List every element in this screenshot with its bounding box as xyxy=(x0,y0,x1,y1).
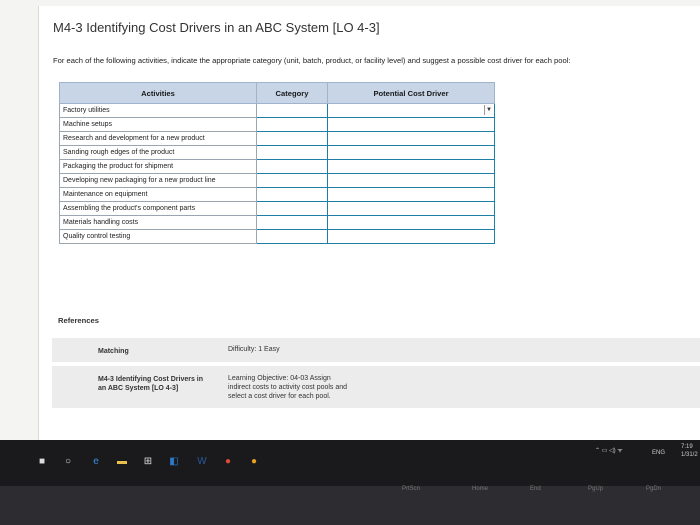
key-end: End xyxy=(530,486,541,492)
category-input[interactable] xyxy=(256,173,328,188)
header-category: Category xyxy=(256,82,328,104)
store-icon[interactable]: ⊞ xyxy=(142,456,154,468)
reference-detail-bar: M4-3 Identifying Cost Drivers in an ABC … xyxy=(52,366,700,408)
word-icon[interactable]: W xyxy=(196,456,208,468)
key-pgdn: PgDn xyxy=(646,486,662,492)
header-potential-cost-driver: Potential Cost Driver xyxy=(327,82,495,104)
cost-driver-select[interactable] xyxy=(327,159,495,174)
cost-driver-select[interactable] xyxy=(327,187,495,202)
chrome-icon[interactable]: ● xyxy=(222,456,234,468)
category-input[interactable] xyxy=(256,187,328,202)
screen: M4-3 Identifying Cost Drivers in an ABC … xyxy=(0,0,700,440)
category-input[interactable] xyxy=(256,145,328,160)
table-row: Materials handling costs xyxy=(59,215,495,230)
cost-driver-select[interactable] xyxy=(327,229,495,244)
file-explorer-icon[interactable]: ▬ xyxy=(116,456,128,468)
reference-type-bar: Matching Difficulty: 1 Easy xyxy=(52,338,700,362)
answer-table: Activities Category Potential Cost Drive… xyxy=(59,82,495,244)
cost-driver-select[interactable] xyxy=(327,117,495,132)
windows-taskbar: ■ ○ e ▬ ⊞ ◧ W ● ● ⌃ ▭ ◁) ᯤ ENG 7:19 1/31… xyxy=(0,440,700,486)
table-row: Factory utilities ▼ xyxy=(59,103,495,118)
learning-objective: Learning Objective: 04-03 Assign indirec… xyxy=(228,375,348,400)
cost-driver-select[interactable] xyxy=(327,131,495,146)
activity-cell: Assembling the product's component parts xyxy=(59,201,257,216)
activity-cell: Research and development for a new produ… xyxy=(59,131,257,146)
reference-item-title: M4-3 Identifying Cost Drivers in an ABC … xyxy=(98,376,204,392)
category-input[interactable] xyxy=(256,229,328,244)
activity-cell: Sanding rough edges of the product xyxy=(59,145,257,160)
header-activities: Activities xyxy=(59,82,257,104)
cost-driver-select[interactable] xyxy=(327,145,495,160)
activity-cell: Developing new packaging for a new produ… xyxy=(59,173,257,188)
references-heading: References xyxy=(58,316,99,325)
activity-cell: Packaging the product for shipment xyxy=(59,159,257,174)
table-row: Developing new packaging for a new produ… xyxy=(59,173,495,188)
category-input[interactable] xyxy=(256,201,328,216)
key-pgup: PgUp xyxy=(588,486,604,492)
edge-icon[interactable]: e xyxy=(90,456,102,468)
table-row: Sanding rough edges of the product xyxy=(59,145,495,160)
media-icon[interactable]: ● xyxy=(248,456,260,468)
category-input[interactable] xyxy=(256,103,328,118)
cost-driver-select[interactable]: ▼ xyxy=(327,103,495,118)
category-input[interactable] xyxy=(256,215,328,230)
table-row: Quality control testing xyxy=(59,229,495,244)
activity-cell: Factory utilities xyxy=(59,103,257,118)
activity-cell: Quality control testing xyxy=(59,229,257,244)
reference-type: Matching xyxy=(98,348,129,355)
cost-driver-select[interactable] xyxy=(327,201,495,216)
activity-cell: Maintenance on equipment xyxy=(59,187,257,202)
activity-cell: Machine setups xyxy=(59,117,257,132)
table-row: Machine setups xyxy=(59,117,495,132)
key-prtscn: PrtScn xyxy=(402,486,421,492)
clock-date[interactable]: 1/31/2 xyxy=(681,452,698,458)
difficulty-label: Difficulty: 1 Easy xyxy=(228,346,280,353)
keyboard-strip: PrtScn Home End PgUp PgDn xyxy=(0,486,700,525)
tray-icons[interactable]: ⌃ ▭ ◁) ᯤ xyxy=(595,446,623,454)
category-input[interactable] xyxy=(256,117,328,132)
windows-icon[interactable]: ■ xyxy=(36,456,48,468)
outlook-icon[interactable]: ◧ xyxy=(168,456,180,468)
table-row: Packaging the product for shipment xyxy=(59,159,495,174)
instructions: For each of the following activities, in… xyxy=(53,56,571,65)
table-row: Maintenance on equipment xyxy=(59,187,495,202)
language-indicator[interactable]: ENG xyxy=(652,450,665,456)
cost-driver-select[interactable] xyxy=(327,215,495,230)
activity-cell: Materials handling costs xyxy=(59,215,257,230)
search-icon[interactable]: ○ xyxy=(62,456,74,468)
page-title: M4-3 Identifying Cost Drivers in an ABC … xyxy=(53,20,380,35)
category-input[interactable] xyxy=(256,159,328,174)
table-row: Assembling the product's component parts xyxy=(59,201,495,216)
chevron-down-icon[interactable]: ▼ xyxy=(484,105,493,115)
clock-time[interactable]: 7:19 xyxy=(681,444,693,450)
cost-driver-select[interactable] xyxy=(327,173,495,188)
key-home: Home xyxy=(472,486,489,492)
category-input[interactable] xyxy=(256,131,328,146)
table-row: Research and development for a new produ… xyxy=(59,131,495,146)
